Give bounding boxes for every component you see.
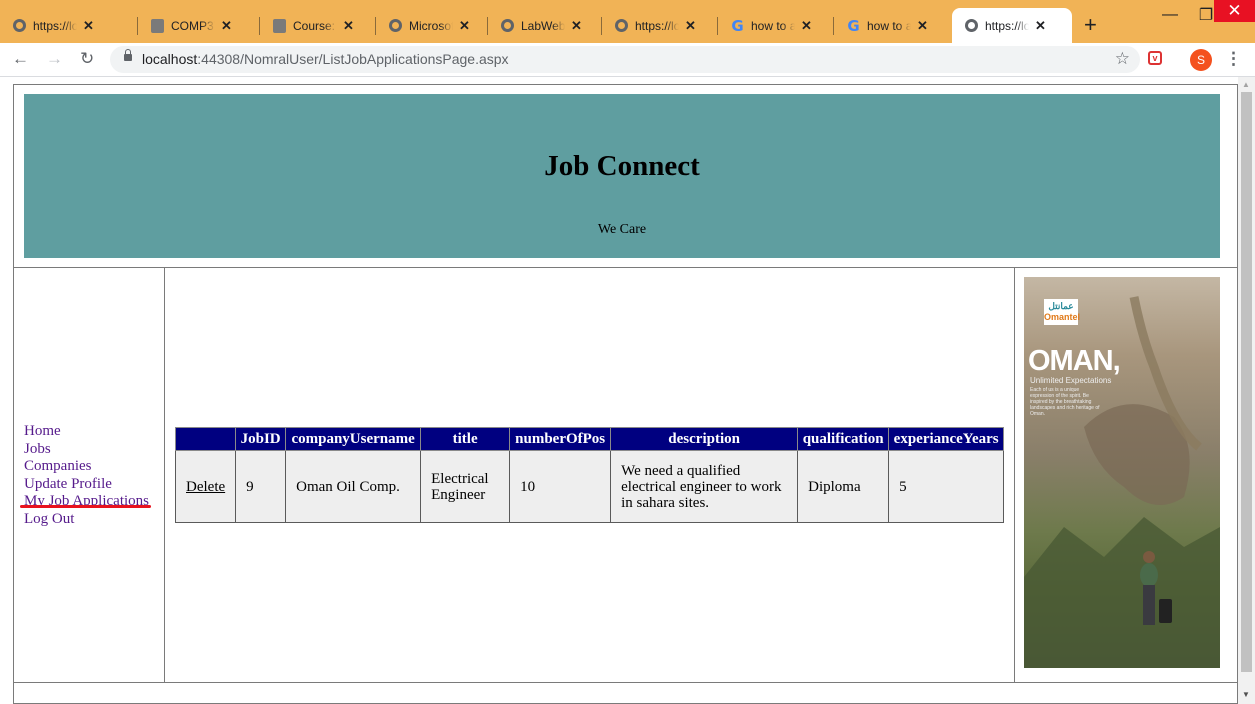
divider [14, 682, 1238, 683]
forward-icon[interactable]: → [46, 48, 63, 70]
globe-icon [964, 18, 979, 33]
tab-title: how to ad [751, 18, 795, 33]
tab-title: https://loc [33, 18, 77, 33]
google-icon: G [847, 16, 860, 35]
table-header-row: JobID companyUsername title numberOfPos … [174, 427, 1005, 451]
table-cell: Electrical Engineer [420, 450, 511, 523]
tab-title: https://loc [635, 18, 679, 33]
close-tab-icon[interactable]: ✕ [801, 18, 812, 34]
column-header: companyUsername [285, 427, 422, 451]
tab-title: Microsoft [409, 18, 453, 33]
browser-tab[interactable]: Course: PI ✕ [260, 8, 376, 43]
delete-link[interactable]: Delete [186, 479, 225, 495]
close-tab-icon[interactable]: ✕ [221, 18, 232, 34]
globe-icon [614, 18, 629, 33]
browser-tab[interactable]: LabWebAp ✕ [488, 8, 602, 43]
globe-icon [12, 18, 27, 33]
table-cell: 9 [235, 450, 287, 523]
column-header: qualification [797, 427, 890, 451]
annotation-underline [20, 505, 151, 508]
scrollbar-thumb[interactable] [1241, 92, 1252, 672]
close-tab-icon[interactable]: ✕ [1035, 18, 1046, 34]
sidebar-item-jobs[interactable]: Jobs [24, 441, 149, 459]
divider [1014, 267, 1015, 683]
ad-headline: OMAN, [1028, 345, 1121, 377]
browser-tab[interactable]: Microsoft ✕ [376, 8, 488, 43]
table-row: Delete 9 Oman Oil Comp. Electrical Engin… [174, 450, 1005, 523]
browser-tab-active[interactable]: https://loc ✕ [952, 8, 1072, 43]
close-tab-icon[interactable]: ✕ [685, 18, 696, 34]
browser-tab[interactable]: https://loc ✕ [602, 8, 718, 43]
scroll-down-icon[interactable]: ▼ [1242, 690, 1250, 699]
browser-tab-strip: https://loc ✕ COMP370 ✕ Course: PI ✕ Mic… [0, 0, 1255, 43]
bookmark-star-icon[interactable]: ☆ [1115, 49, 1130, 69]
address-bar[interactable]: localhost:44308/NomralUser/ListJobApplic… [110, 46, 1140, 73]
back-icon[interactable]: ← [12, 48, 29, 70]
tab-title: how to ad [867, 18, 911, 33]
tab-title: COMP370 [171, 18, 215, 33]
profile-avatar[interactable]: S [1190, 49, 1212, 71]
browser-tab[interactable]: G how to ad ✕ [834, 8, 952, 43]
close-tab-icon[interactable]: ✕ [459, 18, 470, 34]
tab-title: Course: PI [293, 18, 337, 33]
site-tagline: We Care [597, 222, 647, 237]
pocket-extension-icon[interactable]: v [1148, 51, 1162, 65]
close-tab-icon[interactable]: ✕ [917, 18, 928, 34]
close-window-icon[interactable]: ✕ [1214, 0, 1255, 22]
new-tab-icon[interactable]: + [1084, 14, 1097, 36]
reload-icon[interactable]: ↻ [80, 48, 94, 70]
sidebar-item-companies[interactable]: Companies [24, 458, 149, 476]
column-header: title [420, 427, 511, 451]
table-cell: Diploma [797, 450, 890, 523]
browser-tab[interactable]: G how to ad ✕ [718, 8, 834, 43]
tab-title: https://loc [985, 18, 1029, 33]
column-header: numberOfPos [509, 427, 612, 451]
tab-title: LabWebAp [521, 18, 565, 33]
close-tab-icon[interactable]: ✕ [83, 18, 94, 34]
globe-icon [500, 18, 515, 33]
column-header: description [610, 427, 799, 451]
close-tab-icon[interactable]: ✕ [571, 18, 582, 34]
column-header [174, 427, 237, 451]
column-header: experianceYears [888, 427, 1005, 451]
job-applications-table: JobID companyUsername title numberOfPos … [174, 427, 1005, 523]
sidebar-item-log-out[interactable]: Log Out [24, 511, 149, 529]
table-cell: 5 [888, 450, 1005, 523]
browser-menu-icon[interactable]: ⋮ [1225, 49, 1242, 69]
ad-body-text: Each of us is a unique expression of the… [1030, 387, 1100, 417]
google-icon: G [731, 16, 744, 35]
globe-icon [388, 18, 403, 33]
sidebar-item-home[interactable]: Home [24, 423, 149, 441]
table-cell: Oman Oil Comp. [285, 450, 422, 523]
minimize-icon[interactable]: — [1152, 0, 1188, 30]
site-title: Job Connect [544, 150, 700, 182]
ad-subline: Unlimited Expectations [1030, 376, 1112, 385]
sidebar-nav: Home Jobs Companies Update Profile My Jo… [24, 423, 149, 528]
document-icon [150, 18, 165, 33]
omantel-logo: عمانتل Omantel [1044, 299, 1080, 325]
column-header: JobID [235, 427, 287, 451]
ad-landscape-illustration [1024, 296, 1220, 668]
url-text: localhost:44308/NomralUser/ListJobApplic… [142, 51, 509, 67]
header-banner: Job Connect We Care [24, 94, 1220, 258]
page-viewport: Job Connect We Care Home Jobs Companies … [0, 77, 1238, 704]
vertical-scrollbar[interactable]: ▲ ▼ [1238, 77, 1255, 704]
lock-icon [124, 49, 132, 61]
divider [164, 267, 165, 683]
table-cell: Delete [174, 450, 237, 523]
divider [14, 267, 1238, 268]
browser-tab[interactable]: https://loc ✕ [0, 8, 138, 43]
sidebar-item-update-profile[interactable]: Update Profile [24, 476, 149, 494]
browser-tab[interactable]: COMP370 ✕ [138, 8, 260, 43]
browser-toolbar: ← → ↻ localhost:44308/NomralUser/ListJob… [0, 43, 1255, 77]
table-cell: We need a qualified electrical engineer … [610, 450, 799, 523]
advertisement-image[interactable]: عمانتل Omantel OMAN, Unlimited Expectatio… [1024, 277, 1220, 668]
document-icon [272, 18, 287, 33]
table-cell: 10 [509, 450, 612, 523]
scroll-up-icon[interactable]: ▲ [1242, 80, 1250, 89]
close-tab-icon[interactable]: ✕ [343, 18, 354, 34]
